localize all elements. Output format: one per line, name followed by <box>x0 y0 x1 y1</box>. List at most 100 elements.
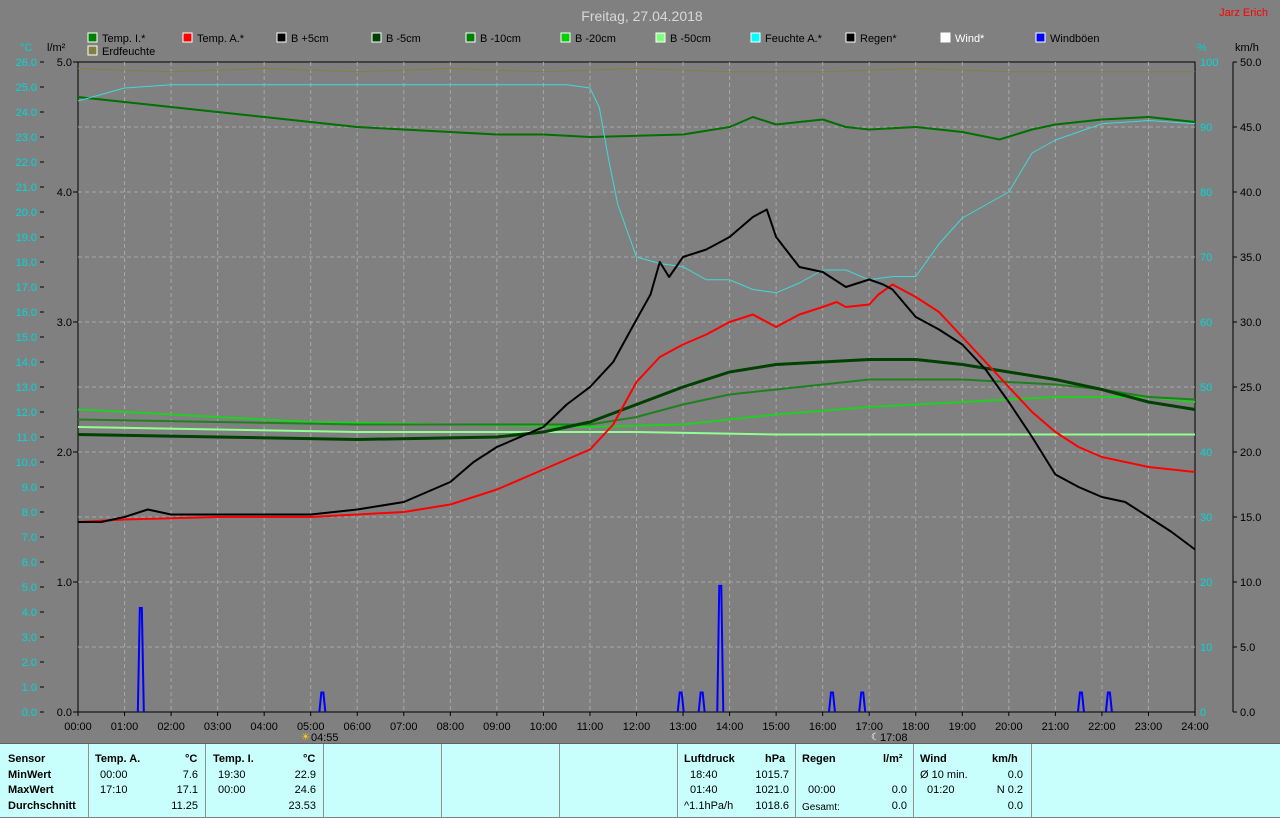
time-tick-label: 03:00 <box>204 721 232 733</box>
rain-max-value: 0.0 <box>891 784 907 796</box>
time-tick-label: 09:00 <box>483 721 511 733</box>
wind-tick-label: 25.0 <box>1240 382 1261 394</box>
divider <box>441 744 442 818</box>
legend-label: Wind* <box>955 33 985 45</box>
divider <box>88 744 89 818</box>
wind-tick-label: 30.0 <box>1240 317 1261 329</box>
time-tick-label: 11:00 <box>577 721 604 733</box>
rain-tick-label: 5.0 <box>57 57 72 69</box>
row-label-min: MinWert <box>8 769 52 781</box>
temp-axis: 0.0 1.0 2.0 3.0 4.0 5.0 6.0 7.0 8.0 9.0 10.0 11.0 12… <box>16 57 44 719</box>
pressure-avg-value: 1018.6 <box>755 800 789 812</box>
humidity-tick-label: 80 <box>1200 187 1212 199</box>
temp-a-max-time: 17:10 <box>100 784 128 796</box>
legend-label: B +5cm <box>291 33 329 45</box>
humidity-tick-label: 70 <box>1200 252 1212 264</box>
wind-tick-label: 35.0 <box>1240 252 1261 264</box>
wind-tick-label: 10.0 <box>1240 577 1261 589</box>
temp-i-max-value: 24.6 <box>294 784 316 796</box>
rain-total-value: 0.0 <box>891 800 907 812</box>
temp-tick-label: 25.0 <box>16 82 37 94</box>
time-tick-label: 24:00 <box>1181 721 1209 733</box>
temp-a-title: Temp. A. <box>95 753 141 765</box>
temp-a-max-value: 17.1 <box>176 784 198 796</box>
rain-tick-label: 4.0 <box>57 187 72 199</box>
wind-max-time: 01:20 <box>927 784 955 796</box>
legend-label: Temp. A.* <box>197 33 245 45</box>
time-tick-label: 12:00 <box>623 721 651 733</box>
time-tick-label: 06:00 <box>343 721 371 733</box>
temp-i-unit: °C <box>303 753 316 765</box>
wind-axis: 0.0 5.0 10.0 15.0 20.0 25.0 30.0 35.0 40.0 45.0 50… <box>1232 57 1261 719</box>
chart-canvas: Freitag, 27.04.2018 Jarz Erich Temp. I.*… <box>16 7 1268 743</box>
time-tick-label: 22:00 <box>1088 721 1116 733</box>
legend-label: B -20cm <box>575 33 616 45</box>
legend-label: Feuchte A.* <box>765 33 823 45</box>
humidity-tick-label: 30 <box>1200 512 1212 524</box>
temp-i-min-time: 19:30 <box>218 769 246 781</box>
sunset-marker: ☾ 17:08 <box>871 732 908 743</box>
legend-label: B -50cm <box>670 33 711 45</box>
wind-tick-label: 20.0 <box>1240 447 1261 459</box>
temp-tick-label: 2.0 <box>22 657 37 669</box>
legend-swatch <box>1035 32 1046 43</box>
chart-title: Freitag, 27.04.2018 <box>581 8 703 24</box>
temp-a-avg-value: 11.25 <box>171 800 198 812</box>
temp-tick-label: 0.0 <box>22 707 37 719</box>
legend-label: Erdfeuchte <box>102 46 155 58</box>
humidity-tick-label: 0 <box>1200 707 1206 719</box>
temp-tick-label: 16.0 <box>16 307 37 319</box>
humidity-tick-label: 40 <box>1200 447 1212 459</box>
divider <box>677 744 678 818</box>
temp-tick-label: 26.0 <box>16 57 37 69</box>
time-tick-label: 07:00 <box>390 721 418 733</box>
pressure-max-time: 01:40 <box>690 784 718 796</box>
legend-swatch <box>655 32 666 43</box>
time-tick-label: 21:00 <box>1042 721 1070 733</box>
wind-tick-label: 50.0 <box>1240 57 1261 69</box>
author-label: Jarz Erich <box>1219 7 1268 19</box>
rain-tick-label: 0.0 <box>57 707 72 719</box>
humidity-axis-unit: % <box>1197 42 1207 54</box>
row-label-max: MaxWert <box>8 784 54 796</box>
temp-tick-label: 18.0 <box>16 257 37 269</box>
temp-tick-label: 11.0 <box>16 432 37 444</box>
wind-total-value: 0.0 <box>1007 800 1023 812</box>
divider <box>795 744 796 818</box>
statistics-panel: Sensor MinWert MaxWert Durchschnitt Temp… <box>0 743 1280 818</box>
wind-tick-label: 5.0 <box>1240 642 1255 654</box>
wind-tick-label: 40.0 <box>1240 187 1261 199</box>
rain-unit: l/m² <box>883 753 903 765</box>
temp-tick-label: 3.0 <box>22 632 37 644</box>
weather-chart-window: { "header": { "title": "Freitag, 27.04.2… <box>0 0 1280 818</box>
wind-axis-unit: km/h <box>1235 42 1259 54</box>
temp-i-avg-value: 23.53 <box>288 800 316 812</box>
time-tick-label: 23:00 <box>1135 721 1163 733</box>
humidity-tick-label: 60 <box>1200 317 1212 329</box>
wind-avg-value: 0.0 <box>1007 769 1023 781</box>
sunrise-time: 04:55 <box>311 732 339 743</box>
divider <box>1031 744 1032 818</box>
humidity-tick-label: 100 <box>1200 57 1218 69</box>
time-tick-label: 16:00 <box>809 721 837 733</box>
legend-label: B -5cm <box>386 33 421 45</box>
legend-label: B -10cm <box>480 33 521 45</box>
time-tick-label: 14:00 <box>716 721 744 733</box>
temp-tick-label: 17.0 <box>16 282 37 294</box>
time-tick-label: 00:00 <box>64 721 92 733</box>
pressure-min-value: 1015.7 <box>755 769 789 781</box>
temp-tick-label: 19.0 <box>16 232 37 244</box>
pressure-max-value: 1021.0 <box>755 784 789 796</box>
wind-unit: km/h <box>992 753 1018 765</box>
time-tick-label: 02:00 <box>157 721 185 733</box>
legend-swatch <box>940 32 951 43</box>
rain-total-label: Gesamt: <box>802 802 840 813</box>
legend-swatch <box>845 32 856 43</box>
temp-tick-label: 8.0 <box>22 507 37 519</box>
wind-max-value: N 0.2 <box>996 784 1023 796</box>
humidity-tick-label: 90 <box>1200 122 1212 134</box>
temp-tick-label: 4.0 <box>22 607 37 619</box>
rain-tick-label: 2.0 <box>57 447 72 459</box>
legend-swatch <box>371 32 382 43</box>
humidity-tick-label: 50 <box>1200 382 1212 394</box>
